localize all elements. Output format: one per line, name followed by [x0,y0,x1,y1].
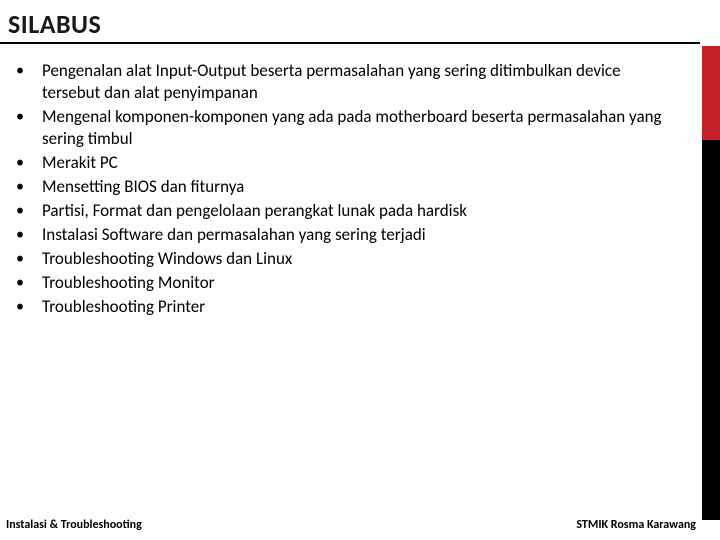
bullet-icon: • [10,248,42,270]
slide: SILABUS •Pengenalan alat Input-Output be… [0,0,720,540]
bullet-text: Pengenalan alat Input-Output beserta per… [42,60,670,104]
page-title: SILABUS [8,8,101,40]
bullet-text: Instalasi Software dan permasalahan yang… [42,224,426,246]
bullet-text: Troubleshooting Printer [42,296,205,318]
bullet-icon: • [10,60,42,82]
side-accent-black [702,140,720,520]
list-item: •Pengenalan alat Input-Output beserta pe… [10,60,670,104]
bullet-text: Mensetting BIOS dan fiturnya [42,176,244,198]
bullet-list: •Pengenalan alat Input-Output beserta pe… [10,60,670,318]
list-item: •Partisi, Format dan pengelolaan perangk… [10,200,670,222]
list-item: •Mensetting BIOS dan fiturnya [10,176,670,198]
content-area: •Pengenalan alat Input-Output beserta pe… [10,60,670,320]
bullet-icon: • [10,176,42,198]
side-accent-red [702,46,720,140]
bullet-icon: • [10,224,42,246]
bullet-icon: • [10,106,42,128]
list-item: •Troubleshooting Monitor [10,272,670,294]
title-underline [0,42,700,44]
footer-right: STMIK Rosma Karawang [576,518,696,532]
list-item: •Merakit PC [10,152,670,174]
footer-left: Instalasi & Troubleshooting [6,518,142,532]
list-item: •Instalasi Software dan permasalahan yan… [10,224,670,246]
bullet-text: Merakit PC [42,152,118,174]
bullet-icon: • [10,272,42,294]
bullet-icon: • [10,200,42,222]
list-item: •Troubleshooting Windows dan Linux [10,248,670,270]
list-item: •Mengenal komponen-komponen yang ada pad… [10,106,670,150]
bullet-icon: • [10,152,42,174]
bullet-text: Troubleshooting Monitor [42,272,215,294]
bullet-text: Partisi, Format dan pengelolaan perangka… [42,200,467,222]
bullet-text: Troubleshooting Windows dan Linux [42,248,292,270]
bullet-text: Mengenal komponen-komponen yang ada pada… [42,106,670,150]
list-item: •Troubleshooting Printer [10,296,670,318]
bullet-icon: • [10,296,42,318]
